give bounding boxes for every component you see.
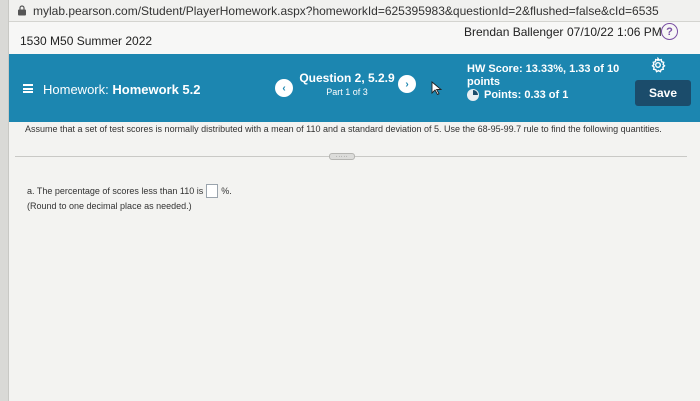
points-display: Points: 0.33 of 1 bbox=[467, 89, 568, 101]
date-time: 07/10/22 1:06 PM bbox=[567, 25, 662, 39]
percent-suffix: %. bbox=[221, 186, 232, 196]
left-window-edge bbox=[0, 0, 9, 401]
mouse-cursor-icon bbox=[431, 81, 443, 95]
hw-score-unit: points bbox=[467, 76, 500, 88]
lock-icon bbox=[17, 5, 27, 16]
browser-address-bar[interactable]: mylab.pearson.com/Student/PlayerHomework… bbox=[9, 0, 700, 22]
part-a-text: a. The percentage of scores less than 11… bbox=[27, 186, 204, 196]
expand-handle[interactable]: ····· bbox=[329, 153, 355, 160]
question-text: Assume that a set of test scores is norm… bbox=[25, 124, 662, 134]
hw-score: HW Score: 13.33%, 1.33 of 10 bbox=[467, 63, 620, 75]
help-icon[interactable]: ? bbox=[661, 23, 678, 40]
part-a-prompt: a. The percentage of scores less than 11… bbox=[27, 184, 232, 198]
url-text[interactable]: mylab.pearson.com/Student/PlayerHomework… bbox=[33, 4, 659, 18]
menu-icon[interactable] bbox=[23, 84, 33, 93]
gear-icon[interactable] bbox=[650, 57, 666, 73]
homework-name: Homework 5.2 bbox=[112, 82, 201, 97]
homework-prefix: Homework: bbox=[43, 82, 113, 97]
points-text: Points: 0.33 of 1 bbox=[484, 89, 569, 101]
question-panel: Assume that a set of test scores is norm… bbox=[9, 122, 700, 401]
course-title: 1530 M50 Summer 2022 bbox=[20, 34, 153, 48]
question-number: Question 2, 5.2.9 bbox=[299, 71, 395, 85]
homework-toolbar: Homework: Homework 5.2 ‹ Question 2, 5.2… bbox=[9, 54, 700, 122]
answer-input[interactable] bbox=[206, 184, 219, 198]
homework-menu-button[interactable]: Homework: Homework 5.2 bbox=[43, 82, 201, 97]
rounding-instruction: (Round to one decimal place as needed.) bbox=[27, 201, 192, 211]
save-button[interactable]: Save bbox=[635, 80, 691, 106]
part-indicator: Part 1 of 3 bbox=[326, 87, 368, 97]
previous-question-button[interactable]: ‹ bbox=[275, 79, 293, 97]
user-name: Brendan Ballenger bbox=[464, 25, 564, 39]
partial-credit-icon bbox=[467, 89, 479, 101]
next-question-button[interactable]: › bbox=[398, 75, 416, 93]
course-header: 1530 M50 Summer 2022 Brendan Ballenger 0… bbox=[9, 22, 700, 54]
